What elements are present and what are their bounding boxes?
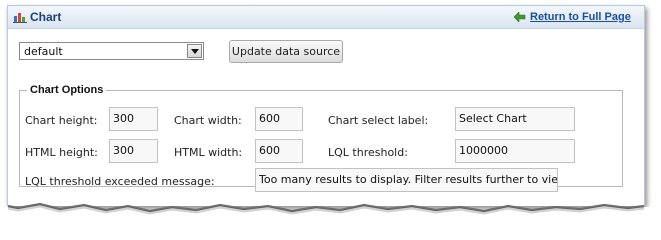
chart-options-legend: Chart Options bbox=[30, 84, 104, 96]
chart-height-input[interactable]: 300 bbox=[109, 107, 158, 131]
data-source-select-value: default bbox=[24, 45, 63, 58]
lql-message-input[interactable]: Too many results to display. Filter resu… bbox=[255, 168, 558, 192]
data-source-select[interactable]: default bbox=[19, 42, 204, 60]
chart-select-label-label: Chart select label: bbox=[328, 114, 429, 127]
html-width-label: HTML width: bbox=[174, 146, 243, 159]
return-to-full-page-link[interactable]: Return to Full Page bbox=[530, 11, 631, 23]
chevron-down-icon[interactable] bbox=[187, 44, 202, 58]
bar-chart-icon bbox=[13, 11, 27, 23]
panel-title: Chart bbox=[30, 10, 62, 24]
html-height-label: HTML height: bbox=[25, 146, 98, 159]
update-data-source-button[interactable]: Update data source bbox=[229, 40, 343, 63]
lql-message-label: LQL threshold exceeded message: bbox=[25, 175, 215, 188]
panel-header: Chart Return to Full Page bbox=[8, 6, 644, 29]
chart-width-input[interactable]: 600 bbox=[255, 107, 303, 131]
torn-paper-edge bbox=[0, 202, 661, 227]
chart-select-label-input[interactable]: Select Chart bbox=[455, 107, 575, 131]
chart-height-label: Chart height: bbox=[25, 114, 98, 127]
html-height-input[interactable]: 300 bbox=[109, 139, 158, 163]
green-arrow-left-icon[interactable] bbox=[513, 11, 526, 23]
chart-panel: Chart Return to Full Page default Update… bbox=[7, 5, 645, 206]
html-width-input[interactable]: 600 bbox=[255, 139, 303, 163]
chart-width-label: Chart width: bbox=[174, 114, 242, 127]
lql-threshold-input[interactable]: 1000000 bbox=[455, 139, 575, 163]
chart-options-group: Chart Options Chart height: 300 Chart wi… bbox=[19, 84, 623, 192]
lql-threshold-label: LQL threshold: bbox=[328, 146, 408, 159]
